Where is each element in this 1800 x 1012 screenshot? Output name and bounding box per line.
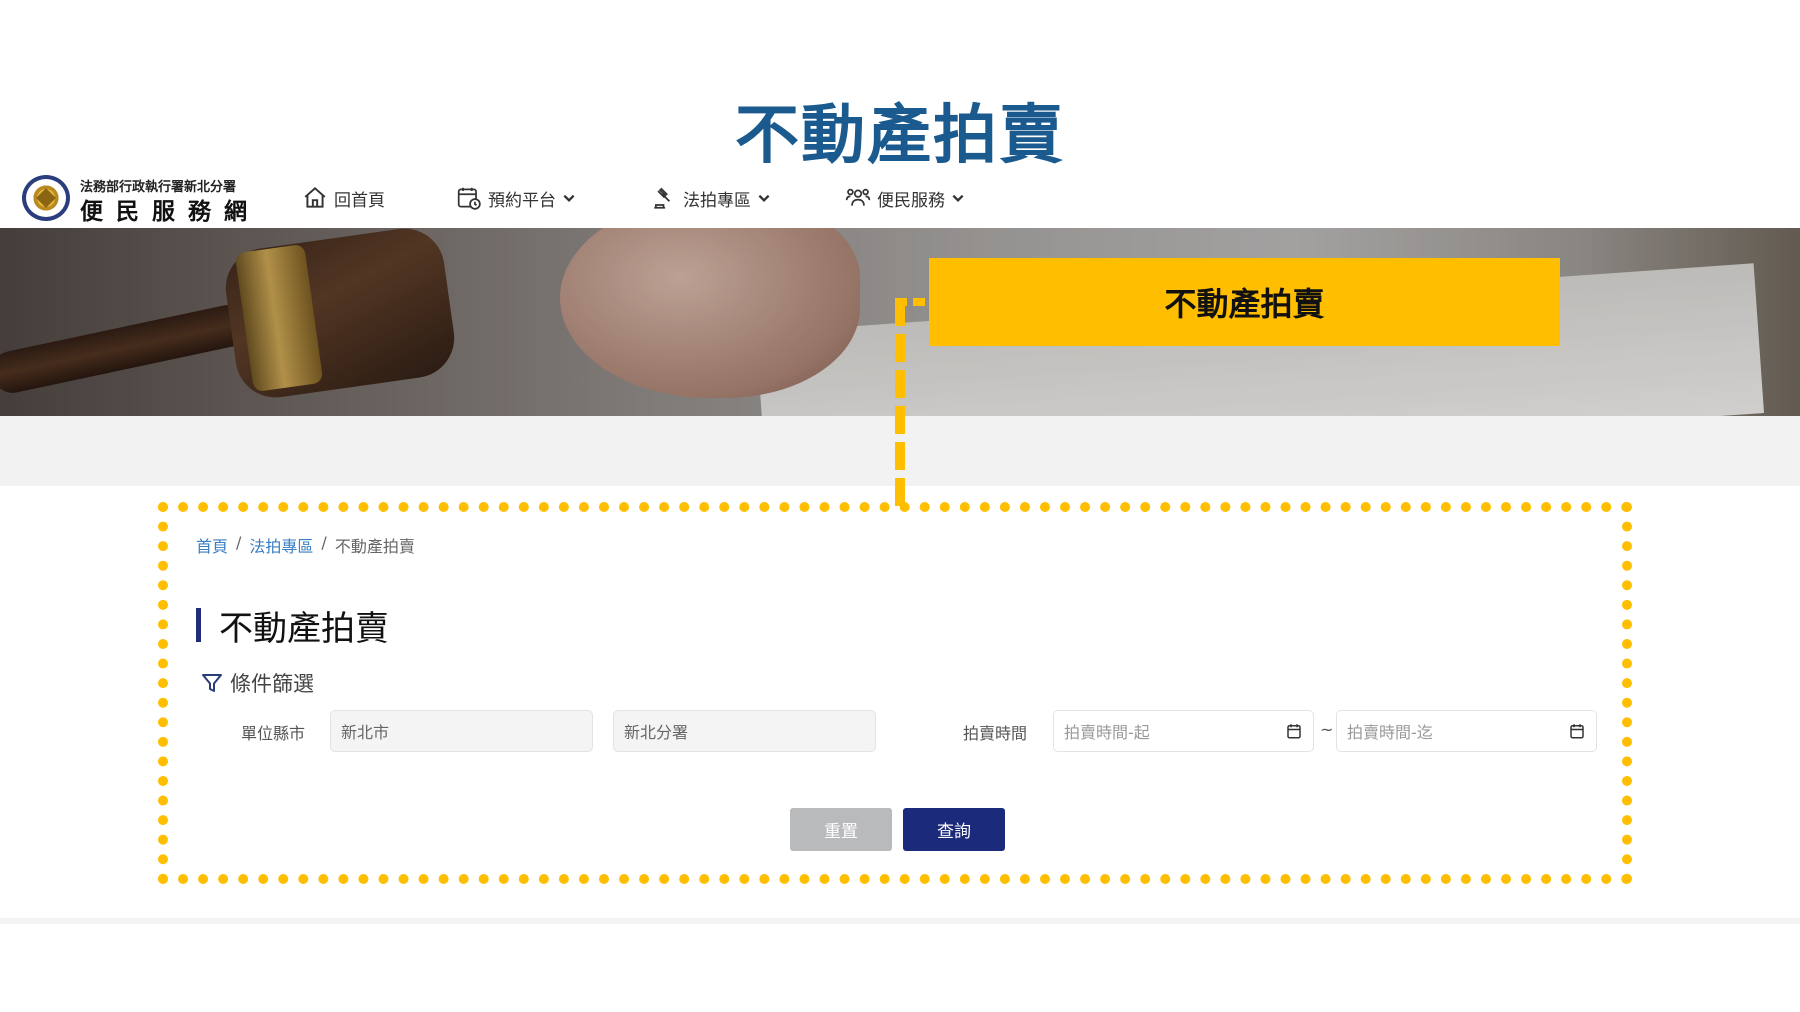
branch-select-value: 新北分署 [624, 723, 689, 742]
nav-home-label: 回首頁 [334, 190, 385, 211]
nav-services-label: 便民服務 [877, 190, 945, 211]
page-title: 不動產拍賣 [196, 604, 389, 649]
city-select[interactable]: 新北市 [330, 710, 593, 752]
nav-services[interactable]: 便民服務 [845, 182, 965, 214]
search-button[interactable]: 查詢 [903, 808, 1005, 851]
breadcrumb: 首頁 / 法拍專區 / 不動產拍賣 [196, 533, 415, 557]
branch-select[interactable]: 新北分署 [613, 710, 876, 752]
auction-time-end-input[interactable]: 拍賣時間-迄 [1336, 710, 1597, 752]
top-navbar: 法務部行政執行署新北分署 便民服務網 回首頁 預約平台 法拍專區 便民服務 [0, 168, 1800, 228]
nav-auction[interactable]: 法拍專區 [651, 182, 771, 214]
city-select-value: 新北市 [341, 723, 390, 742]
breadcrumb-auction-link[interactable]: 法拍專區 [249, 533, 313, 557]
agency-emblem-icon [22, 175, 70, 221]
unit-city-label: 單位縣市 [241, 724, 306, 743]
callout-connector-stub [895, 298, 929, 306]
slide-title: 不動產拍賣 [735, 99, 1065, 173]
page-title-text: 不動產拍賣 [219, 608, 389, 649]
date-range-separator: ~ [1320, 720, 1334, 739]
nav-booking-label: 預約平台 [488, 190, 556, 211]
auction-hammer-icon [654, 187, 671, 209]
breadcrumb-separator: / [321, 533, 327, 552]
chevron-down-icon [758, 194, 770, 202]
callout-label: 不動產拍賣 [929, 258, 1560, 346]
auction-time-end-placeholder: 拍賣時間-迄 [1347, 723, 1433, 742]
footer-divider [0, 918, 1800, 924]
home-icon [304, 186, 326, 208]
highlight-frame [158, 502, 1632, 884]
people-icon [845, 188, 871, 206]
auction-time-label: 拍賣時間 [963, 724, 1028, 743]
heading-accent-bar [196, 608, 201, 642]
filter-icon [202, 674, 222, 692]
chevron-down-icon [952, 194, 964, 202]
nav-auction-label: 法拍專區 [683, 190, 751, 211]
logo-site-name: 便民服務網 [80, 198, 260, 225]
auction-time-start-input[interactable]: 拍賣時間-起 [1053, 710, 1314, 752]
calendar-icon[interactable] [1568, 722, 1586, 740]
site-logo[interactable]: 法務部行政執行署新北分署 便民服務網 [22, 172, 252, 225]
auction-time-start-placeholder: 拍賣時間-起 [1064, 723, 1150, 742]
breadcrumb-home-link[interactable]: 首頁 [196, 533, 228, 557]
breadcrumb-current: 不動產拍賣 [334, 537, 415, 556]
filter-section-label: 條件篩選 [230, 672, 314, 696]
chevron-down-icon [563, 194, 575, 202]
calendar-clock-icon [457, 187, 481, 210]
reset-button[interactable]: 重置 [790, 808, 892, 851]
breadcrumb-separator: / [236, 533, 242, 552]
callout-connector-line [895, 298, 905, 510]
nav-booking[interactable]: 預約平台 [456, 182, 576, 214]
nav-home[interactable]: 回首頁 [302, 182, 385, 214]
calendar-icon[interactable] [1285, 722, 1303, 740]
filter-section-title: 條件篩選 [200, 668, 314, 698]
